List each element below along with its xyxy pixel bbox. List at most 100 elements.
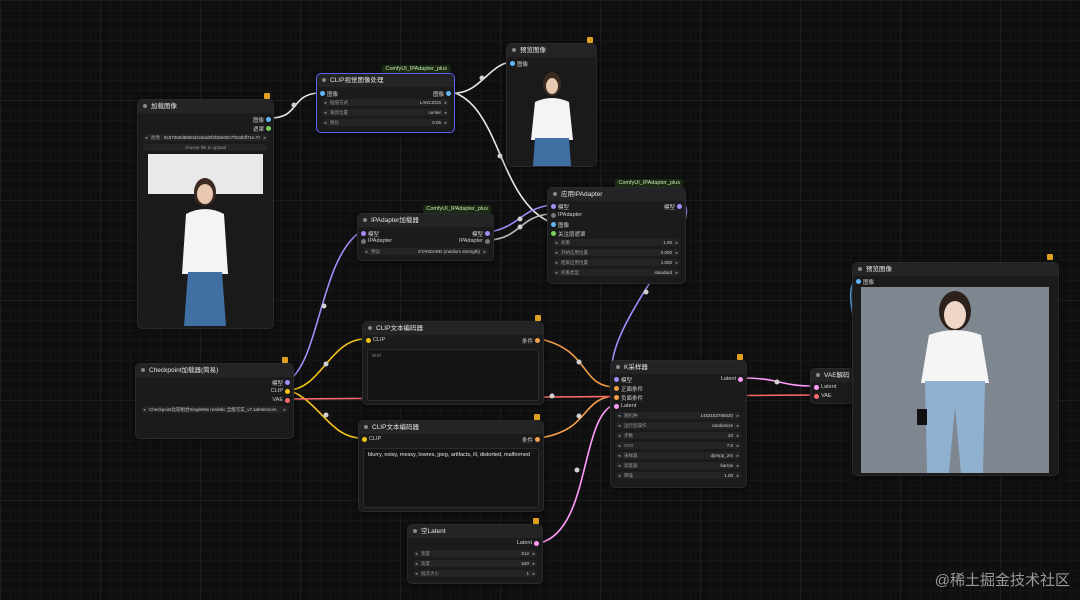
input-pin[interactable] <box>614 395 619 400</box>
clip-text-encode-positive-node[interactable]: CLIP文本编码器 CLIP 条件 text <box>362 315 544 405</box>
preview-image-final-node[interactable]: 预览图像 图像 <box>852 254 1059 476</box>
negative-prompt-textarea[interactable]: blurry, noisy, messy, lowres, jpeg, arti… <box>363 448 539 508</box>
input-pin[interactable] <box>510 61 515 66</box>
output-pin[interactable] <box>535 338 540 343</box>
weight-widget[interactable]: ◂ 权重 1.00 ▸ <box>553 239 680 246</box>
weight-type-widget[interactable]: ◂ 权重类型 standard ▸ <box>553 269 680 276</box>
input-pin[interactable] <box>614 404 619 409</box>
output-pin[interactable] <box>266 126 271 131</box>
input-pin[interactable] <box>856 279 861 284</box>
input-label: 图像 <box>327 92 339 98</box>
end-at-widget[interactable]: ◂ 结束应用位置 1.000 ▸ <box>553 259 680 266</box>
load-image-node[interactable]: 加载图像 图像 遮罩 ◂ 图像 8c57260d58b0d2c8ed0f4f2b6… <box>137 93 274 329</box>
output-label: 模型 <box>663 205 675 211</box>
node-title: K采样器 <box>624 364 648 371</box>
input-label: 模型 <box>558 205 570 211</box>
input-label: Latent <box>621 403 637 409</box>
node-title: CLIP视觉图像处理 <box>330 77 384 84</box>
upload-button[interactable]: choose file to upload <box>143 144 268 151</box>
prompt-textarea[interactable]: text <box>367 349 539 401</box>
output-label: IPAdapter <box>458 238 483 244</box>
denoise-widget[interactable]: ◂ 降噪 1.00 ▸ <box>616 472 741 479</box>
output-pin[interactable] <box>738 377 743 382</box>
input-pin[interactable] <box>320 91 325 96</box>
lock-icon[interactable] <box>534 414 540 420</box>
steps-widget[interactable]: ◂ 步数 20 ▸ <box>616 432 741 439</box>
output-label: Latent <box>516 540 532 546</box>
preview-image-node[interactable]: 预览图像 图像 <box>506 37 597 167</box>
preset-widget[interactable]: ◂ 预设 STANDARD (medium strength) ▸ <box>363 248 488 255</box>
input-pin[interactable] <box>551 231 556 236</box>
output-pin[interactable] <box>485 239 490 244</box>
node-title: CLIP文本编码器 <box>376 325 423 332</box>
clip-vision-prep-node[interactable]: ComfyUI_IPAdapter_plus CLIP视觉图像处理 图像 图像 … <box>316 65 455 133</box>
cfg-widget[interactable]: ◂ CFG 7.0 ▸ <box>616 442 741 449</box>
width-widget[interactable]: ◂ 宽度 512 ▸ <box>413 550 537 557</box>
input-label: VAE <box>821 393 832 399</box>
node-title: 空Latent <box>421 528 446 535</box>
start-at-widget[interactable]: ◂ 开始应用位置 0.000 ▸ <box>553 249 680 256</box>
input-pin[interactable] <box>361 239 366 244</box>
output-pin[interactable] <box>266 117 271 122</box>
output-pin[interactable] <box>677 204 682 209</box>
input-pin[interactable] <box>362 437 367 442</box>
checkpoint-loader-node[interactable]: Checkpoint加载器(简易) 模型 CLIP VAE ◂ Checkpoin… <box>135 357 294 439</box>
node-title: Checkpoint加载器(简易) <box>149 367 219 374</box>
input-label: CLIP <box>373 337 386 343</box>
output-label: 模型 <box>271 381 283 387</box>
output-pin[interactable] <box>285 398 290 403</box>
input-pin[interactable] <box>551 213 556 218</box>
input-pin[interactable] <box>614 377 619 382</box>
node-pack-badge: ComfyUI_IPAdapter_plus <box>382 65 450 73</box>
input-label: IPAdapter <box>368 238 393 244</box>
empty-latent-node[interactable]: 空Latent Latent ◂ 宽度 512 ▸ ◂ 高度 640 ▸ ◂ 批次大小 1 ▸ <box>407 518 543 584</box>
input-label: 正面条件 <box>621 387 644 393</box>
output-pin[interactable] <box>535 437 540 442</box>
lock-icon[interactable] <box>587 37 593 43</box>
seed-widget[interactable]: ◂ 随机种 1463183785620 ▸ <box>616 412 741 419</box>
output-label: 条件 <box>521 438 533 444</box>
lock-icon[interactable] <box>264 93 270 99</box>
output-label: Latent <box>720 376 736 382</box>
input-pin[interactable] <box>551 204 556 209</box>
input-pin[interactable] <box>366 338 371 343</box>
lock-icon[interactable] <box>282 357 288 363</box>
output-pin[interactable] <box>485 231 490 236</box>
input-pin[interactable] <box>361 231 366 236</box>
height-widget[interactable]: ◂ 高度 640 ▸ <box>413 560 537 567</box>
sampler-widget[interactable]: ◂ 采样器 dpmpp_2m ▸ <box>616 452 741 459</box>
person-photo <box>148 154 263 326</box>
input-pin[interactable] <box>551 222 556 227</box>
loaded-image <box>148 154 263 326</box>
clip-text-encode-negative-node[interactable]: CLIP文本编码器 CLIP 条件 blurry, noisy, messy, … <box>358 414 544 512</box>
input-pin[interactable] <box>814 385 819 390</box>
output-label: 图像 <box>432 92 444 98</box>
preview-image <box>507 70 596 166</box>
ckpt-name-widget[interactable]: ◂ Checkpoint比较组合SingleMix realistic 全能写实_… <box>141 406 288 413</box>
input-pin[interactable] <box>814 394 819 399</box>
ipadapter-loader-node[interactable]: ComfyUI_IPAdapter_plus IPAdapter加载器 模型 I… <box>357 205 494 261</box>
interp-widget[interactable]: ◂ 插值方式 LANCZOS ▸ <box>322 99 449 106</box>
apply-ipadapter-node[interactable]: ComfyUI_IPAdapter_plus 应用IPAdapter 模型 IP… <box>547 179 686 284</box>
lock-icon[interactable] <box>737 354 743 360</box>
sharpen-widget[interactable]: ◂ 锐化 0.05 ▸ <box>322 119 449 126</box>
image-select-widget[interactable]: ◂ 图像 8c57260d58b0d2c8ed0f4f2b600c7f032bff… <box>143 134 268 141</box>
watermark: @稀土掘金技术社区 <box>934 572 1070 589</box>
output-pin[interactable] <box>285 389 290 394</box>
lock-icon[interactable] <box>533 518 539 524</box>
input-label: 图像 <box>863 280 875 286</box>
input-pin[interactable] <box>614 386 619 391</box>
node-title: 预览图像 <box>866 266 892 273</box>
output-pin[interactable] <box>446 91 451 96</box>
lock-icon[interactable] <box>1047 254 1053 260</box>
batch-widget[interactable]: ◂ 批次大小 1 ▸ <box>413 570 537 577</box>
input-label: IPAdapter <box>558 212 583 218</box>
output-pin[interactable] <box>285 380 290 385</box>
input-label: 关注层遮罩 <box>558 232 586 238</box>
ksampler-node[interactable]: K采样器 模型 正面条件 负面条件 Latent Latent ◂ 随机种 1463… <box>610 354 747 488</box>
crop-widget[interactable]: ◂ 裁剪位置 center ▸ <box>322 109 449 116</box>
control-after-widget[interactable]: ◂ 运行后操作 randomize ▸ <box>616 422 741 429</box>
output-pin[interactable] <box>534 541 539 546</box>
scheduler-widget[interactable]: ◂ 调度器 karras ▸ <box>616 462 741 469</box>
lock-icon[interactable] <box>535 315 541 321</box>
